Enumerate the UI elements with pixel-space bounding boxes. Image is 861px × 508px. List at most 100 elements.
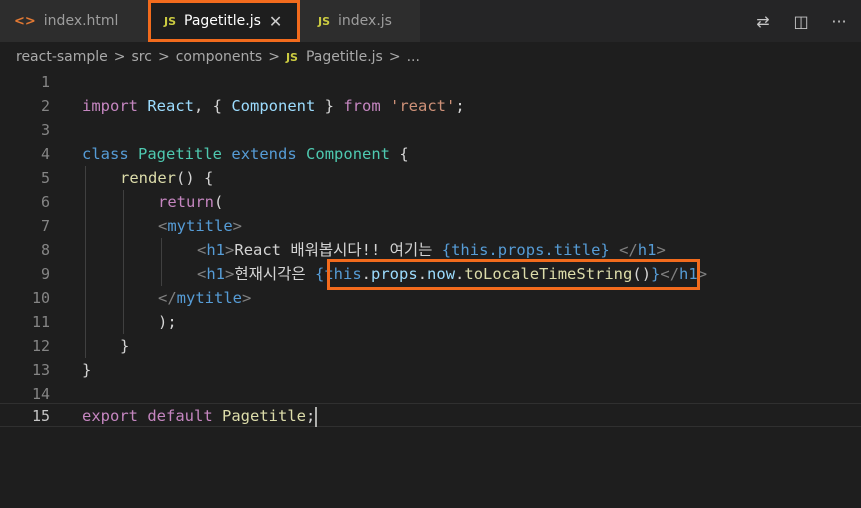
code-text: render() { (120, 166, 213, 190)
expression-brace: } (651, 265, 661, 283)
open-changes-icon[interactable]: ⇄ (753, 11, 773, 31)
tab-index-js[interactable]: JS index.js (300, 0, 420, 42)
current-code-line: 15 export default Pagetitle; (0, 403, 861, 427)
code-text: <mytitle> (158, 214, 242, 238)
tab-index-html[interactable]: <> index.html (0, 0, 148, 42)
code-line: 8 <h1>React 배워봅시다!! 여기는 {this.props.titl… (0, 238, 861, 262)
code-text: <h1>현재시각은 {this.props.now.toLocaleTimeSt… (197, 262, 707, 286)
line-number: 12 (31, 337, 50, 355)
code-line: 13 } (0, 358, 861, 382)
tag-bracket: < (197, 265, 207, 283)
method-name: render (120, 169, 176, 187)
tab-label: index.html (43, 13, 119, 29)
code-text: class Pagetitle extends Component { (82, 142, 409, 166)
punctuation: ( (214, 193, 224, 211)
text-cursor (315, 406, 318, 427)
tab-pagetitle-js[interactable]: JS Pagetitle.js ✕ (148, 0, 300, 42)
punctuation: () (632, 265, 652, 283)
chevron-right-icon: > (113, 49, 126, 65)
punctuation: } (315, 97, 344, 115)
line-number: 11 (31, 313, 50, 331)
close-icon[interactable]: ✕ (269, 12, 282, 31)
js-file-icon: JS (318, 14, 331, 28)
line-number: 2 (40, 97, 50, 115)
tag-bracket: </ (619, 241, 638, 259)
code-line: 11 ); (0, 310, 861, 334)
keyword: this (324, 265, 362, 283)
code-line: 5 render() { (0, 166, 861, 190)
jsx-tag: h1 (206, 241, 226, 259)
line-number: 10 (31, 289, 50, 307)
breadcrumb: react-sample > src > components > JS Pag… (0, 42, 861, 72)
line-number: 13 (31, 361, 50, 379)
breadcrumb-item-file[interactable]: Pagetitle.js (306, 49, 383, 65)
code-text: ); (158, 313, 177, 331)
keyword: return (158, 193, 214, 211)
identifier: React (147, 97, 195, 115)
code-text: export default Pagetitle; (82, 404, 318, 428)
chevron-right-icon: > (268, 49, 280, 65)
code-line: 9 <h1>현재시각은 {this.props.now.toLocaleTime… (0, 262, 861, 286)
tag-bracket: </ (660, 265, 680, 283)
jsx-tag: h1 (679, 265, 698, 283)
method-name: toLocaleTimeString (464, 265, 633, 283)
keyword: import (82, 97, 138, 115)
punctuation: , { (194, 97, 232, 115)
punctuation: () { (176, 169, 214, 187)
identifier: Component (231, 97, 316, 115)
code-line: 4 class Pagetitle extends Component { (0, 142, 861, 166)
keyword: class (82, 145, 129, 163)
jsx-tag: mytitle (167, 217, 233, 235)
code-text: } (120, 337, 130, 355)
jsx-tag: h1 (206, 265, 226, 283)
punctuation: ; (455, 97, 465, 115)
line-number: 3 (40, 121, 50, 139)
tag-bracket: > (225, 241, 235, 259)
tab-label: index.js (338, 13, 392, 29)
code-line: 2 import React, { Component } from 'reac… (0, 94, 861, 118)
string-literal: 'react' (390, 97, 456, 115)
code-text: <h1>React 배워봅시다!! 여기는 {this.props.title}… (197, 238, 666, 262)
code-line: 1 (0, 70, 861, 94)
tab-label: Pagetitle.js (184, 13, 261, 29)
chevron-right-icon: > (388, 49, 401, 65)
js-file-icon: JS (285, 50, 298, 64)
breadcrumb-item-src[interactable]: src (132, 49, 152, 65)
punctuation: . (361, 265, 372, 283)
jsx-text: 현재시각은 (234, 265, 315, 283)
tag-bracket: > (656, 241, 666, 259)
breadcrumb-item-symbol[interactable]: ... (407, 49, 420, 65)
jsx-text: React 배워봅시다!! 여기는 (234, 241, 442, 259)
code-line: 10 </mytitle> (0, 286, 861, 310)
punctuation: { (390, 145, 409, 163)
punctuation: ; (306, 407, 316, 425)
line-number: 4 (40, 145, 50, 163)
property: props (371, 265, 418, 283)
editor-tab-bar: <> index.html JS Pagetitle.js ✕ JS index… (0, 0, 861, 42)
line-number: 5 (40, 169, 50, 187)
tag-bracket: > (242, 289, 252, 307)
punctuation: . (455, 265, 465, 283)
more-actions-icon[interactable]: ··· (829, 11, 849, 31)
code-line: 3 (0, 118, 861, 142)
jsx-expression: {this.props.title} (441, 241, 610, 259)
identifier: Pagetitle (222, 407, 307, 425)
tag-bracket: </ (158, 289, 177, 307)
code-editor[interactable]: 1 2 import React, { Component } from 're… (0, 70, 861, 508)
breadcrumb-item-react-sample[interactable]: react-sample (16, 49, 108, 65)
breadcrumb-item-components[interactable]: components (176, 49, 263, 65)
tag-bracket: < (158, 217, 168, 235)
editor-actions: ⇄ ◫ ··· (753, 0, 849, 42)
split-editor-icon[interactable]: ◫ (791, 11, 811, 31)
expression-brace: { (315, 265, 325, 283)
code-text: </mytitle> (158, 286, 251, 310)
line-number: 6 (40, 193, 50, 211)
code-line: 6 return( (0, 190, 861, 214)
jsx-tag: mytitle (176, 289, 242, 307)
